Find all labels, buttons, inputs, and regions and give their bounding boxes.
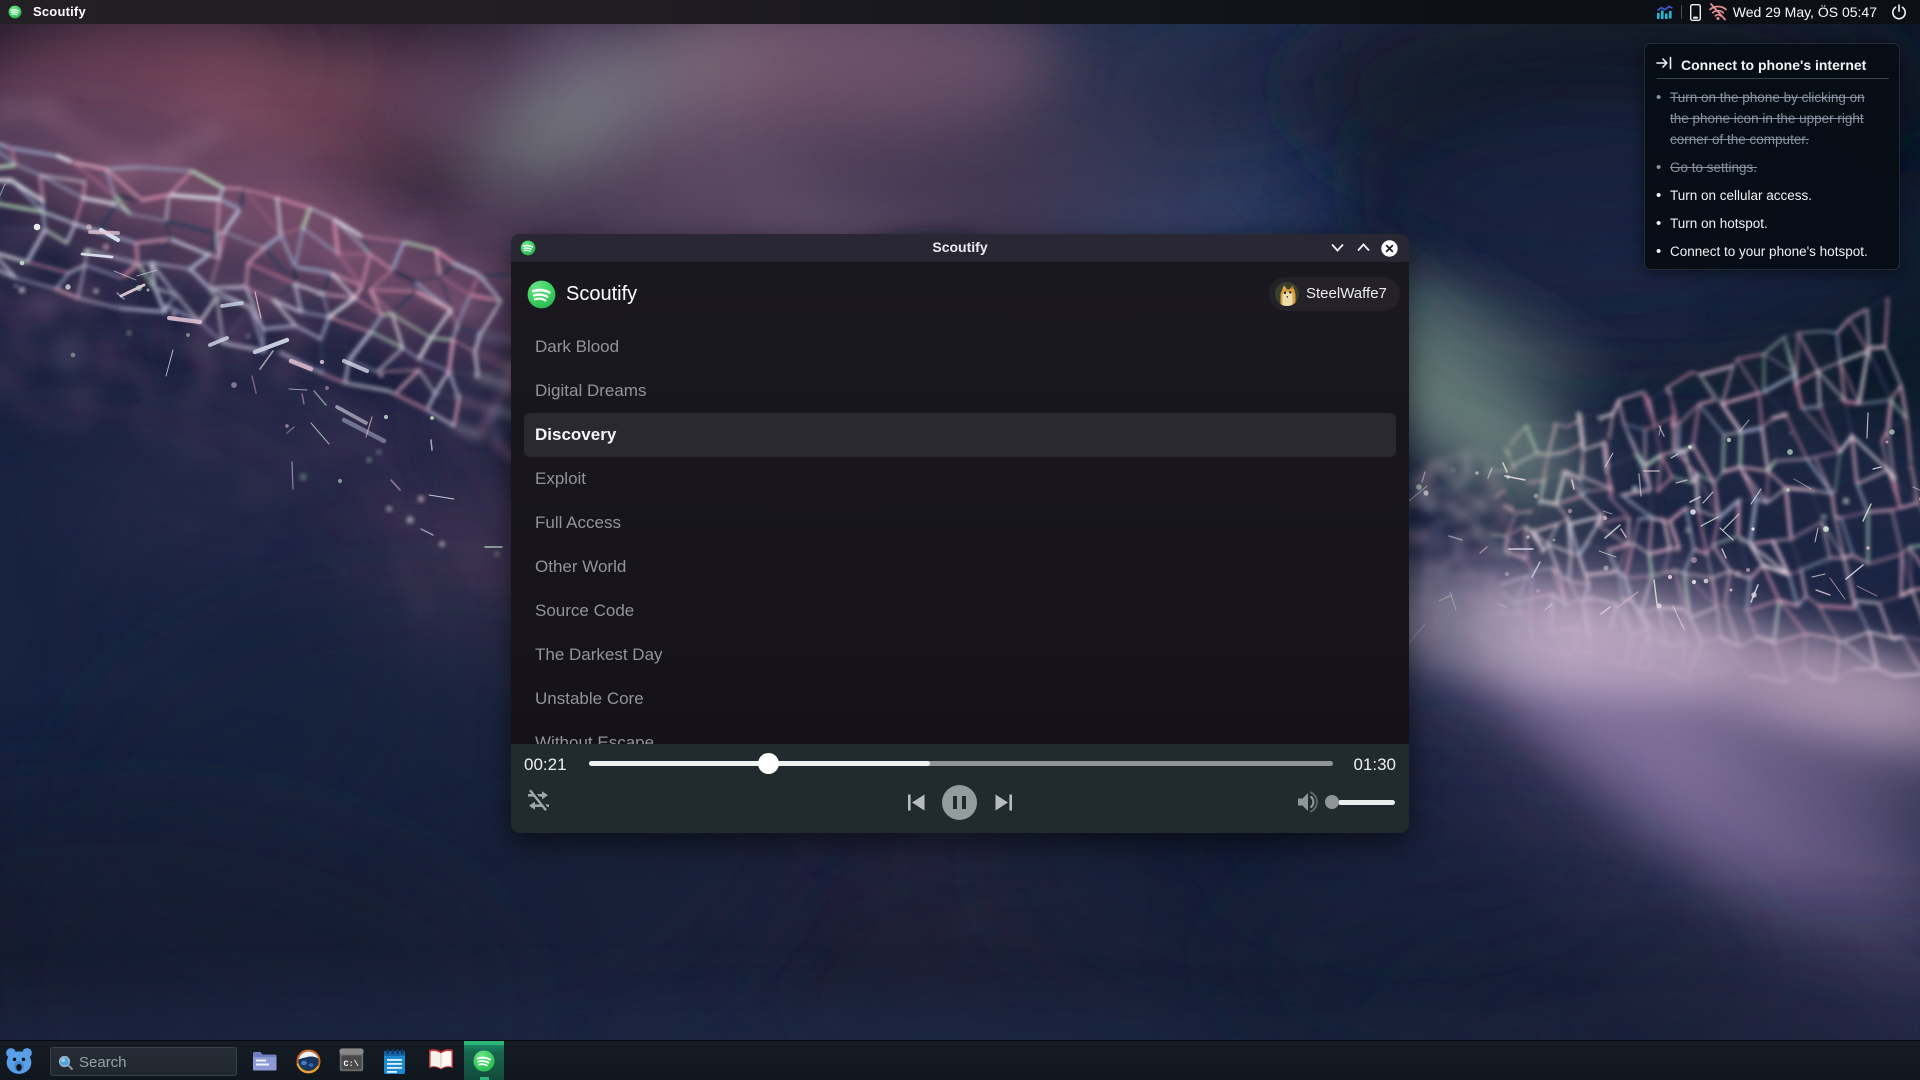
svg-text:C:\: C:\ [344,1059,359,1069]
